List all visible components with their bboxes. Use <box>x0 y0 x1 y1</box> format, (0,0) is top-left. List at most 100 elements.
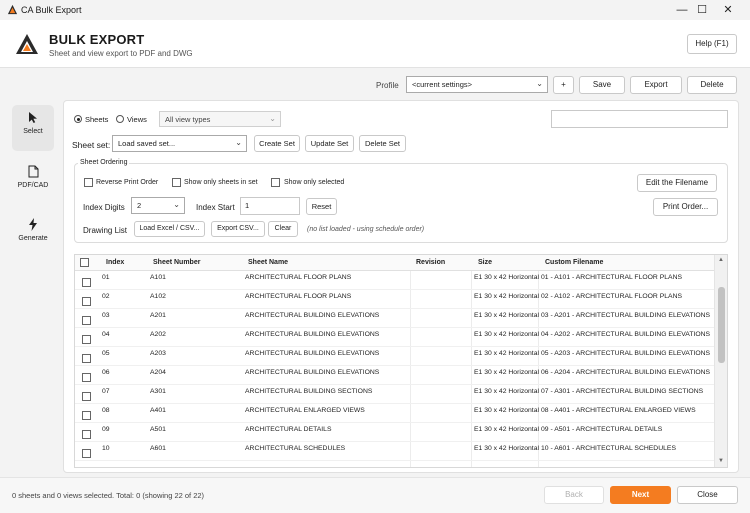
reverse-order-checkbox[interactable] <box>84 178 93 187</box>
search-input[interactable] <box>551 110 728 128</box>
table-row[interactable]: 06 A204 ARCHITECTURAL BUILDING ELEVATIONS E… <box>75 366 715 385</box>
table-row[interactable]: 03 A201 ARCHITECTURAL BUILDING ELEVATIONS E… <box>75 309 715 328</box>
export-button[interactable]: Export <box>630 76 682 94</box>
scroll-down-icon[interactable]: ▼ <box>718 458 724 464</box>
table-scrollbar[interactable]: ▲ ▼ <box>714 255 727 467</box>
row-checkbox[interactable] <box>82 297 91 306</box>
print-order-button[interactable]: Print Order... <box>653 198 718 216</box>
row-checkbox[interactable] <box>82 449 91 458</box>
row-checkbox[interactable] <box>82 316 91 325</box>
views-radio[interactable] <box>116 115 124 123</box>
index-digits-select[interactable]: 2 ⌄ <box>131 197 185 214</box>
cell-size: E1 30 x 42 Horizontal <box>474 312 539 319</box>
profile-select[interactable]: <current settings> ⌄ <box>406 76 548 93</box>
table-header: Index Sheet Number Sheet Name Revision S… <box>75 255 715 271</box>
cell-sheet-name: ARCHITECTURAL FLOOR PLANS <box>245 274 352 281</box>
column-header-index[interactable]: Index <box>106 259 124 266</box>
cell-index: 09 <box>102 426 110 433</box>
only-selected-checkbox[interactable] <box>271 178 280 187</box>
index-start-input[interactable]: 1 <box>240 197 300 215</box>
export-csv-button[interactable]: Export CSV... <box>211 221 265 237</box>
create-set-button[interactable]: Create Set <box>254 135 300 152</box>
sheet-set-label: Sheet set: <box>72 140 111 150</box>
reset-button[interactable]: Reset <box>306 198 337 215</box>
cell-sheet-name: ARCHITECTURAL ENLARGED VIEWS <box>245 407 365 414</box>
view-types-value: All view types <box>165 115 211 124</box>
views-radio-label: Views <box>127 115 147 124</box>
cell-custom-filename: 10 - A601 - ARCHITECTURAL SCHEDULES <box>541 445 676 452</box>
delete-button[interactable]: Delete <box>687 76 737 94</box>
table-row[interactable]: 01 A101 ARCHITECTURAL FLOOR PLANS E1 30 x 4… <box>75 271 715 290</box>
cell-size: E1 30 x 42 Horizontal <box>474 274 539 281</box>
cell-sheet-name: ARCHITECTURAL BUILDING ELEVATIONS <box>245 350 380 357</box>
chevron-down-icon: ⌄ <box>173 200 180 209</box>
table-row-partial <box>75 461 715 467</box>
cell-sheet-name: ARCHITECTURAL SCHEDULES <box>245 445 346 452</box>
chevron-down-icon: ⌄ <box>536 79 543 88</box>
cell-sheet-number: A601 <box>150 445 166 452</box>
nav-item-label: Select <box>23 128 43 135</box>
cell-sheet-name: ARCHITECTURAL BUILDING SECTIONS <box>245 388 373 395</box>
row-checkbox[interactable] <box>82 392 91 401</box>
cell-sheet-number: A202 <box>150 331 166 338</box>
close-window-button[interactable]: ✕ <box>708 0 748 20</box>
next-button[interactable]: Next <box>610 486 671 504</box>
cell-size: E1 30 x 42 Horizontal <box>474 426 539 433</box>
back-button[interactable]: Back <box>544 486 604 504</box>
cell-index: 07 <box>102 388 110 395</box>
add-profile-button[interactable]: + <box>553 76 574 94</box>
nav-item-pdf-cad[interactable]: PDF/CAD <box>12 159 54 205</box>
app-header: BULK EXPORT Sheet and view export to PDF… <box>0 20 750 68</box>
index-digits-value: 2 <box>137 201 142 210</box>
row-checkbox[interactable] <box>82 335 91 344</box>
cell-index: 05 <box>102 350 110 357</box>
load-excel-button[interactable]: Load Excel / CSV... <box>134 221 205 237</box>
page-title: BULK EXPORT <box>49 32 145 47</box>
edit-filename-button[interactable]: Edit the Filename <box>637 174 717 192</box>
table-row[interactable]: 07 A301 ARCHITECTURAL BUILDING SECTIONS E1 … <box>75 385 715 404</box>
delete-set-button[interactable]: Delete Set <box>359 135 406 152</box>
column-header-size[interactable]: Size <box>478 259 492 266</box>
profile-select-value: <current settings> <box>412 80 473 89</box>
cell-size: E1 30 x 42 Horizontal <box>474 331 539 338</box>
row-checkbox[interactable] <box>82 373 91 382</box>
column-header-custom-filename[interactable]: Custom Filename <box>545 259 603 266</box>
only-in-set-checkbox[interactable] <box>172 178 181 187</box>
only-in-set-label: Show only sheets in set <box>184 179 258 186</box>
update-set-button[interactable]: Update Set <box>305 135 354 152</box>
select-all-checkbox[interactable] <box>80 258 89 267</box>
nav-item-select[interactable]: Select <box>12 105 54 151</box>
close-button[interactable]: Close <box>677 486 738 504</box>
cell-size: E1 30 x 42 Horizontal <box>474 369 539 376</box>
row-checkbox[interactable] <box>82 411 91 420</box>
table-row[interactable]: 04 A202 ARCHITECTURAL BUILDING ELEVATIONS E… <box>75 328 715 347</box>
table-row[interactable]: 05 A203 ARCHITECTURAL BUILDING ELEVATIONS E… <box>75 347 715 366</box>
table-row[interactable]: 09 A501 ARCHITECTURAL DETAILS E1 30 x 42 Ho… <box>75 423 715 442</box>
table-row[interactable]: 10 A601 ARCHITECTURAL SCHEDULES E1 30 x 42 … <box>75 442 715 461</box>
nav-item-generate[interactable]: Generate <box>12 212 54 258</box>
scroll-up-icon[interactable]: ▲ <box>718 257 724 263</box>
scrollbar-thumb[interactable] <box>718 287 725 363</box>
sheets-radio[interactable] <box>74 115 82 123</box>
help-button[interactable]: Help (F1) <box>687 34 737 54</box>
row-checkbox[interactable] <box>82 278 91 287</box>
cell-index: 06 <box>102 369 110 376</box>
save-button[interactable]: Save <box>579 76 625 94</box>
row-checkbox[interactable] <box>82 354 91 363</box>
table-row[interactable]: 02 A102 ARCHITECTURAL FLOOR PLANS E1 30 x 4… <box>75 290 715 309</box>
column-header-sheet-name[interactable]: Sheet Name <box>248 259 288 266</box>
cell-sheet-name: ARCHITECTURAL BUILDING ELEVATIONS <box>245 331 380 338</box>
cell-size: E1 30 x 42 Horizontal <box>474 293 539 300</box>
cell-custom-filename: 03 - A201 - ARCHITECTURAL BUILDING ELEVA… <box>541 312 711 319</box>
index-digits-label: Index Digits <box>83 203 125 212</box>
sheet-ordering-label: Sheet Ordering <box>78 159 130 166</box>
column-header-sheet-number[interactable]: Sheet Number <box>153 259 200 266</box>
view-types-select[interactable]: All view types ⌄ <box>159 111 281 127</box>
table-row[interactable]: 08 A401 ARCHITECTURAL ENLARGED VIEWS E1 30 … <box>75 404 715 423</box>
row-checkbox[interactable] <box>82 430 91 439</box>
cell-index: 04 <box>102 331 110 338</box>
logo-icon <box>16 34 38 54</box>
clear-list-button[interactable]: Clear <box>268 221 298 237</box>
sheet-set-select[interactable]: Load saved set... ⌄ <box>112 135 247 152</box>
column-header-revision[interactable]: Revision <box>416 259 445 266</box>
